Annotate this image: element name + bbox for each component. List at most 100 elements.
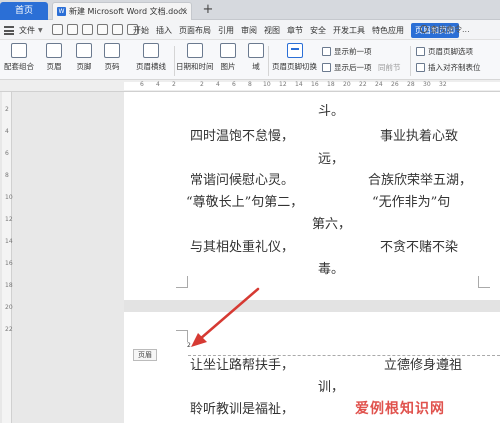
ruler-tick: 8 (5, 172, 9, 179)
menu-bar: 文件 ▼ 开始 插入 页面布局 引用 审阅 视图 章节 安全 开发工具 特色应用… (0, 20, 500, 40)
align-tab-icon (416, 63, 425, 72)
show-prev-button[interactable]: 显示前一项 (322, 46, 372, 57)
file-menu[interactable]: 文件 ▼ (4, 23, 43, 37)
text-line[interactable]: 立德修身遵祖 (384, 354, 462, 373)
switch-label: 页眉页脚切换 (272, 62, 317, 71)
menu-page-layout[interactable]: 页面布局 (179, 25, 211, 36)
text-line[interactable]: 远， (318, 148, 344, 167)
ruler-tick: 4 (5, 128, 9, 135)
text-line[interactable]: 常谐问候慰心灵。 (190, 169, 294, 188)
text-line[interactable]: 让坐让路帮扶手， (190, 354, 294, 373)
ruler-tick: 6 (140, 81, 144, 88)
menu-security[interactable]: 安全 (310, 25, 326, 36)
ruler-tick: 26 (391, 81, 399, 88)
footer-button[interactable]: 页脚 (76, 43, 92, 72)
text-line[interactable]: 不贪不赌不染 (380, 236, 458, 255)
tab-document[interactable]: W 新建 Microsoft Word 文档.docx × (52, 2, 192, 20)
insert-align-tab-button[interactable]: 插入对齐制表位 (416, 62, 481, 73)
text-line[interactable]: 毒。 (318, 258, 344, 277)
text-line[interactable]: 聆听教训是福祉， (190, 398, 294, 417)
menu-insert[interactable]: 插入 (156, 25, 172, 36)
menu-section[interactable]: 章节 (287, 25, 303, 36)
header-line-icon (143, 43, 159, 58)
close-icon[interactable]: × (179, 3, 187, 20)
ruler-tick: 32 (439, 81, 447, 88)
text-line[interactable]: 与其相处重礼仪， (190, 236, 294, 255)
undo-icon[interactable] (112, 24, 123, 35)
show-next-button[interactable]: 显示后一项 (322, 62, 372, 73)
combo-label: 配套组合 (4, 62, 34, 71)
ruler-tick: 24 (375, 81, 383, 88)
combo-icon (11, 43, 27, 58)
ruler-tick: 14 (5, 238, 13, 245)
header-footer-options-button[interactable]: 页眉页脚选项 (416, 46, 473, 57)
date-time-button[interactable]: 日期和时间 (176, 43, 214, 72)
footer-icon (76, 43, 92, 58)
search-command[interactable]: 查找命令... (420, 23, 498, 37)
text-line[interactable]: “无作非为”句 (372, 191, 450, 210)
picture-label: 图片 (220, 62, 236, 71)
ribbon-divider (174, 46, 175, 76)
new-tab-button[interactable]: + (200, 2, 216, 18)
menu-references[interactable]: 引用 (218, 25, 234, 36)
text-line[interactable]: 训， (318, 376, 344, 395)
show-prev-label: 显示前一项 (334, 47, 372, 56)
menu-view[interactable]: 视图 (264, 25, 280, 36)
word-doc-icon: W (57, 7, 66, 16)
horizontal-ruler[interactable]: 6 4 2 2 4 6 8 10 12 14 16 18 20 22 24 26… (0, 80, 500, 92)
text-line[interactable]: 四时温饱不怠慢， (190, 125, 294, 144)
ruler-tick: 10 (263, 81, 271, 88)
search-label: 查找命令... (430, 25, 470, 34)
header-label: 页眉 (46, 62, 62, 71)
file-menu-label: 文件 (19, 25, 35, 35)
menu-start[interactable]: 开始 (133, 25, 149, 36)
ruler-tick: 20 (343, 81, 351, 88)
page-number-field[interactable]: 2 (187, 342, 191, 349)
text-line[interactable]: 斗。 (318, 100, 344, 119)
calendar-icon (186, 43, 203, 58)
ruler-tick: 22 (5, 326, 13, 333)
ruler-tick: 28 (407, 81, 415, 88)
field-button[interactable]: 域 (248, 43, 264, 72)
header-button[interactable]: 页眉 (46, 43, 62, 72)
header-line-label: 页眉横线 (136, 62, 166, 71)
ruler-tick: 6 (232, 81, 236, 88)
left-margin-area (0, 92, 124, 423)
menu-developer[interactable]: 开发工具 (333, 25, 365, 36)
page-number-icon (104, 43, 120, 58)
save-icon[interactable] (52, 24, 63, 35)
text-line[interactable]: 第六， (312, 213, 351, 232)
footer-label: 页脚 (76, 62, 92, 71)
ruler-tick: 16 (5, 260, 13, 267)
print-icon[interactable] (82, 24, 93, 35)
ruler-tick: 8 (248, 81, 252, 88)
ruler-tick: 22 (359, 81, 367, 88)
header-line-button[interactable]: 页眉横线 (136, 43, 166, 72)
combo-button[interactable]: 配套组合 (4, 43, 34, 72)
hamburger-icon (4, 25, 14, 35)
watermark: 爱例根知识网 (355, 401, 445, 417)
open-icon[interactable] (67, 24, 78, 35)
ruler-tick: 12 (5, 216, 13, 223)
ruler-tick: 2 (172, 81, 176, 88)
menu-review[interactable]: 审阅 (241, 25, 257, 36)
menu-tabs: 开始 插入 页面布局 引用 审阅 视图 章节 安全 开发工具 特色应用 页眉和页… (133, 20, 465, 40)
show-prev-icon (322, 47, 331, 56)
text-line[interactable]: 合族欣荣举五湖， (368, 169, 472, 188)
page-number-button[interactable]: 页码 (104, 43, 120, 72)
picture-button[interactable]: 图片 (220, 43, 236, 72)
tab-bar: 首页 W 新建 Microsoft Word 文档.docx × + (0, 0, 500, 20)
ruler-tick: 2 (5, 106, 9, 113)
ruler-tick: 2 (200, 81, 204, 88)
header-footer-switch-button[interactable]: 页眉页脚切换 (272, 43, 317, 72)
vertical-ruler[interactable]: 2 4 6 8 10 12 14 16 18 20 22 (2, 92, 13, 423)
text-line[interactable]: “尊敬长上”句第二， (186, 191, 303, 210)
same-as-prev-button[interactable]: 同前节 (378, 62, 401, 73)
ruler-tick: 20 (5, 304, 13, 311)
menu-features[interactable]: 特色应用 (372, 25, 404, 36)
date-time-label: 日期和时间 (176, 62, 214, 71)
tab-home[interactable]: 首页 (0, 2, 48, 20)
preview-icon[interactable] (97, 24, 108, 35)
text-line[interactable]: 事业执着心致 (380, 125, 458, 144)
field-icon (248, 43, 264, 58)
